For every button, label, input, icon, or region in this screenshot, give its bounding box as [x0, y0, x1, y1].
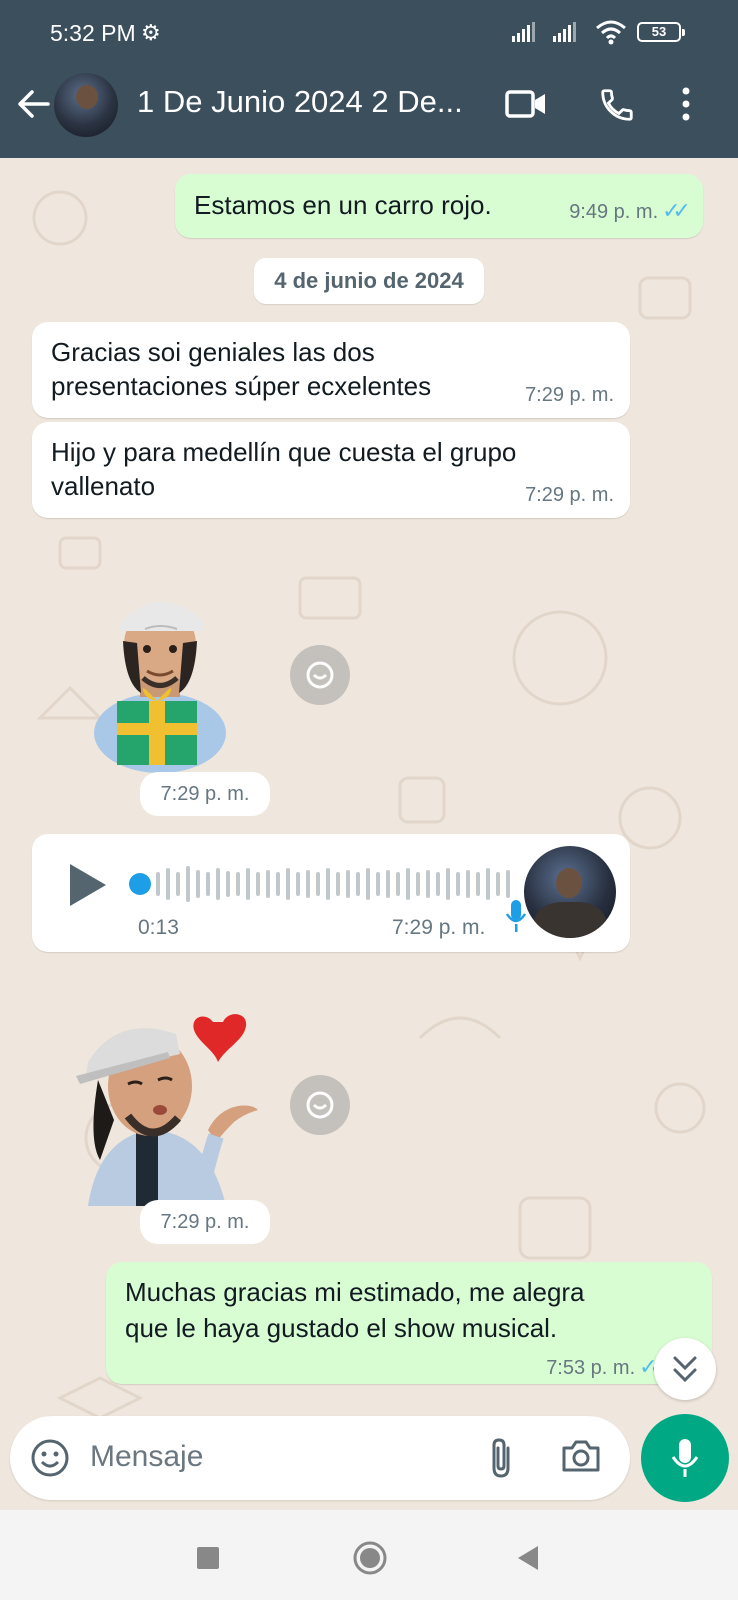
message-text-line1: Hijo y para medellín que cuesta el grupo: [51, 437, 517, 467]
kiss-heart-sticker[interactable]: [58, 1010, 270, 1206]
status-bar: 5:32 PM ⚙ 53: [0, 0, 738, 66]
message-text-line2: vallenato: [51, 471, 156, 501]
voice-message[interactable]: 0:13 7:29 p. m.: [32, 834, 630, 952]
message-placeholder: Mensaje: [90, 1440, 204, 1473]
message-text-line1: Muchas gracias mi estimado, me alegra: [125, 1277, 585, 1307]
gift-sticker[interactable]: [85, 583, 235, 773]
date-separator: 4 de junio de 2024: [254, 258, 484, 304]
forward-icon-glyph: [306, 661, 334, 689]
top-bar: 5:32 PM ⚙ 53 1 De Junio 2024 2 De...: [0, 0, 738, 158]
more-vert-icon[interactable]: [682, 86, 690, 122]
read-ticks-icon: ✓✓: [662, 198, 691, 223]
chevrons-down-icon: [673, 1356, 697, 1383]
avatar-face: [556, 868, 582, 898]
system-nav-bar: [0, 1510, 738, 1600]
signal-icon: [553, 22, 576, 42]
chat-title[interactable]: 1 De Junio 2024 2 De...: [137, 84, 487, 120]
sticker-time: 7:29 p. m.: [140, 772, 270, 816]
forward-icon-glyph: [306, 1091, 334, 1119]
waveform[interactable]: [128, 862, 520, 906]
forward-icon[interactable]: [290, 1075, 350, 1135]
message-time: 7:29 p. m.: [525, 484, 614, 506]
message-time: 7:29 p. m.: [392, 916, 486, 939]
nav-circle-icon[interactable]: [352, 1540, 388, 1576]
play-icon[interactable]: [68, 862, 108, 908]
voice-record-button[interactable]: [641, 1414, 729, 1502]
incoming-message[interactable]: Hijo y para medellín que cuesta el grupo…: [32, 422, 630, 518]
message-time: 9:49 p. m. ✓✓: [569, 198, 691, 223]
message-text-line2: que le haya gustado el show musical.: [125, 1313, 558, 1343]
avatar-body: [534, 902, 606, 938]
back-arrow-icon[interactable]: [14, 84, 54, 124]
signal-icon: [512, 22, 535, 42]
voice-duration: 0:13: [138, 916, 179, 939]
scroll-to-bottom-button[interactable]: [654, 1338, 716, 1400]
message-input[interactable]: Mensaje: [10, 1416, 630, 1500]
phone-icon[interactable]: [598, 86, 636, 124]
outgoing-message[interactable]: Muchas gracias mi estimado, me alegra qu…: [106, 1262, 712, 1384]
mic-icon: [671, 1439, 699, 1477]
mic-icon: [505, 900, 527, 932]
paperclip-icon[interactable]: [488, 1436, 514, 1480]
message-text: Estamos en un carro rojo.: [194, 190, 492, 220]
emoji-icon[interactable]: [30, 1438, 70, 1478]
message-time: 7:53 p. m. ✓✓: [546, 1354, 668, 1379]
message-text-line2: presentaciones súper ecxelentes: [51, 371, 432, 401]
wifi-icon: [596, 20, 626, 45]
app-bar: 1 De Junio 2024 2 De...: [0, 66, 738, 158]
battery-icon: 53: [637, 22, 685, 42]
incoming-message[interactable]: Gracias soi geniales las dos presentacio…: [32, 322, 630, 418]
nav-back-triangle-icon[interactable]: [516, 1544, 540, 1572]
sender-avatar[interactable]: [524, 846, 616, 938]
camera-icon[interactable]: [560, 1438, 602, 1474]
sticker-time: 7:29 p. m.: [140, 1200, 270, 1244]
video-call-icon[interactable]: [505, 88, 547, 120]
outgoing-message[interactable]: Estamos en un carro rojo. 9:49 p. m. ✓✓: [175, 174, 703, 238]
status-time: 5:32 PM: [50, 20, 136, 46]
message-time: 7:29 p. m.: [525, 384, 614, 406]
nav-square-icon[interactable]: [196, 1546, 220, 1570]
settings-gear-icon: ⚙: [141, 20, 161, 45]
message-composer: Mensaje: [0, 1412, 738, 1510]
message-text-line1: Gracias soi geniales las dos: [51, 337, 375, 367]
forward-icon[interactable]: [290, 645, 350, 705]
chat-area[interactable]: Estamos en un carro rojo. 9:49 p. m. ✓✓ 4…: [0, 158, 738, 1510]
contact-avatar[interactable]: [54, 73, 118, 137]
